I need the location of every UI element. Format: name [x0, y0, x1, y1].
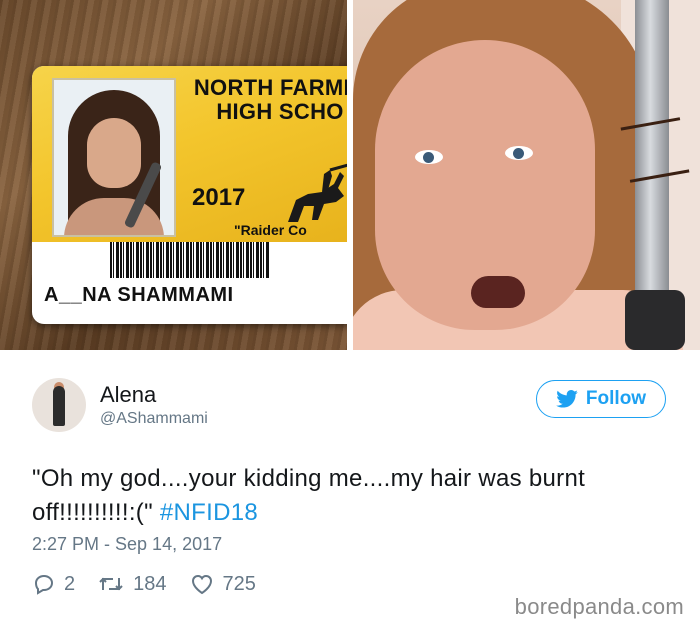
hashtag-link[interactable]: #NFID18: [160, 499, 258, 526]
id-card-motto: "Raider Co: [234, 222, 307, 238]
follow-button[interactable]: Follow: [536, 380, 666, 418]
reply-button[interactable]: 2: [32, 572, 75, 596]
like-button[interactable]: 725: [189, 572, 256, 596]
heart-icon: [191, 574, 212, 595]
follow-label: Follow: [585, 388, 647, 409]
tweet-card: Alena @AShammami Follow "Oh my god....yo…: [0, 350, 700, 629]
id-card-student-name: A__NA SHAMMAMI: [44, 284, 234, 306]
avatar[interactable]: [32, 378, 86, 432]
display-name[interactable]: Alena: [100, 382, 156, 408]
burnt-hair-strands: [620, 117, 690, 183]
twitter-bird-icon: [556, 390, 578, 408]
tweet-body: "Oh my god....your kidding me....my hair…: [32, 465, 586, 526]
watermark: boredpanda.com: [514, 594, 684, 619]
id-card-school-name: NORTH FARMIN HIGH SCHO: [190, 76, 347, 124]
tweet-actions: 2 184 725: [32, 572, 278, 596]
photo-collage: NORTH FARMIN HIGH SCHO 2017 "Raider Co A…: [0, 0, 700, 350]
selfie-photo: [353, 0, 700, 350]
user-handle[interactable]: @AShammami: [100, 410, 208, 428]
id-card-year: 2017: [192, 184, 246, 211]
retweet-count: 184: [133, 572, 167, 595]
like-count: 725: [222, 572, 256, 595]
student-id-card: NORTH FARMIN HIGH SCHO 2017 "Raider Co A…: [32, 66, 347, 324]
curling-iron-handle: [625, 290, 685, 350]
retweet-button[interactable]: 184: [97, 572, 167, 596]
reply-icon: [34, 574, 54, 595]
id-card-portrait: [52, 78, 176, 237]
reply-count: 2: [64, 572, 76, 595]
selfie-face: [375, 40, 595, 330]
tweet-text: "Oh my god....your kidding me....my hair…: [32, 462, 672, 530]
retweet-icon: [99, 577, 123, 591]
school-line-2: HIGH SCHO: [216, 99, 344, 124]
school-line-1: NORTH FARMIN: [193, 75, 347, 100]
tweet-timestamp[interactable]: 2:27 PM - Sep 14, 2017: [32, 534, 222, 555]
id-card-photo: NORTH FARMIN HIGH SCHO 2017 "Raider Co A…: [0, 0, 347, 350]
id-card-barcode: [110, 242, 270, 278]
